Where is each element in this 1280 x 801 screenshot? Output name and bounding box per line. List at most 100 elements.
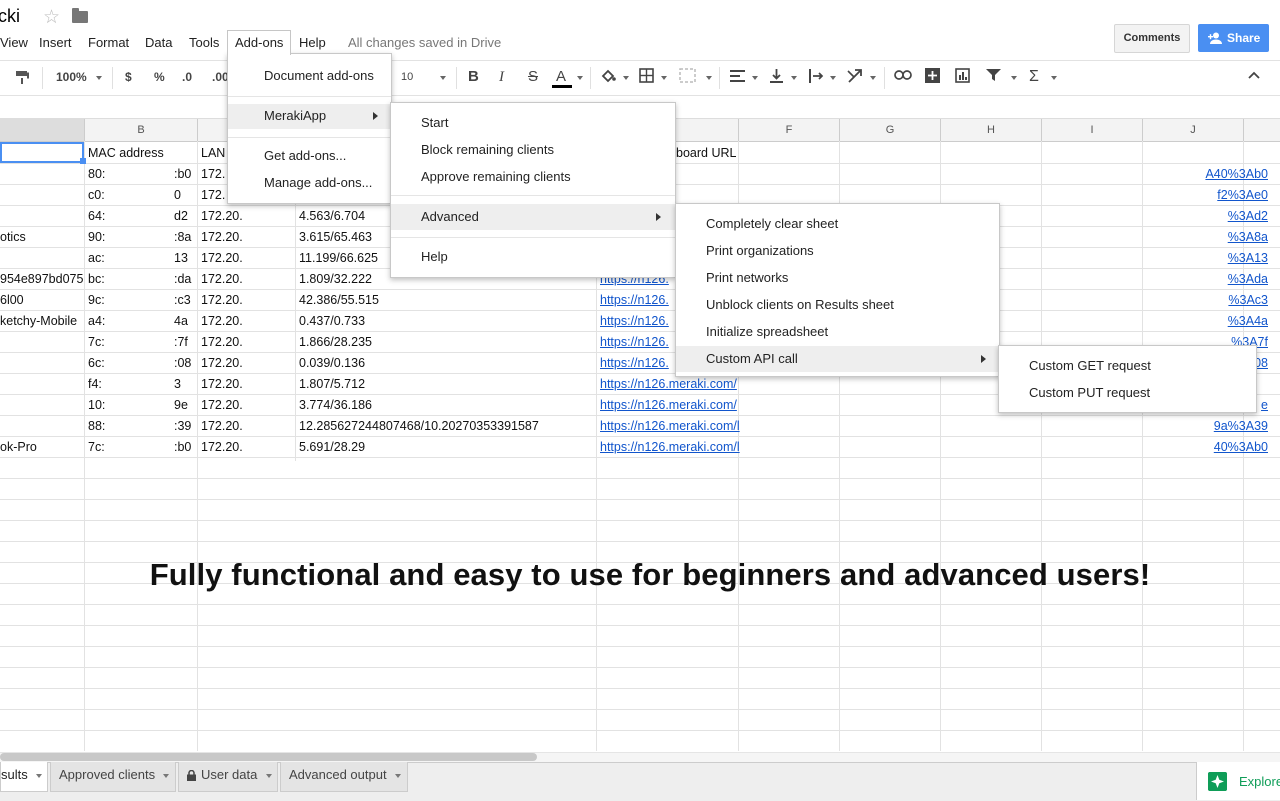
- cell-url-tail[interactable]: %3A4a: [1150, 311, 1268, 331]
- cell-mac-start[interactable]: 9c:: [88, 290, 128, 310]
- scrollbar-thumb[interactable]: [0, 753, 537, 761]
- cell-mac-start[interactable]: c0:: [88, 185, 128, 205]
- collapse-toolbar-icon[interactable]: [1248, 71, 1260, 79]
- cell-mac-start[interactable]: ac:: [88, 248, 128, 268]
- cell-url-tail[interactable]: 9a%3A39: [1150, 416, 1268, 436]
- sheet-tab-user-data[interactable]: User data: [178, 762, 278, 792]
- folder-icon[interactable]: [72, 8, 88, 23]
- vertical-align-icon[interactable]: [769, 68, 784, 84]
- cell-mac-end[interactable]: d2: [174, 206, 196, 226]
- comments-button[interactable]: Comments: [1114, 24, 1190, 53]
- column-header-j[interactable]: J: [1143, 119, 1244, 141]
- italic-button[interactable]: I: [499, 69, 504, 85]
- cell-usage[interactable]: 12.285627244807468/10.20270353391587: [299, 416, 595, 436]
- cell-lan-ip[interactable]: 172.20.: [201, 311, 293, 331]
- cell-usage[interactable]: 5.691/28.29: [299, 437, 595, 457]
- cell-usage[interactable]: 42.386/55.515: [299, 290, 595, 310]
- column-header-f[interactable]: F: [739, 119, 840, 141]
- cell-lan-ip[interactable]: 172.20.: [201, 290, 293, 310]
- menu-item-block-remaining[interactable]: Block remaining clients: [421, 141, 554, 159]
- cell-mac-start[interactable]: 7c:: [88, 332, 128, 352]
- star-icon[interactable]: ☆: [43, 6, 60, 29]
- cell-mac-start[interactable]: 88:: [88, 416, 128, 436]
- cell-mac-start[interactable]: 90:: [88, 227, 128, 247]
- cell-mac-end[interactable]: 3: [174, 374, 196, 394]
- cell-mac-start[interactable]: f4:: [88, 374, 128, 394]
- cell-lan-ip[interactable]: 172.20.: [201, 248, 293, 268]
- insert-comment-icon[interactable]: [925, 68, 940, 83]
- decrease-decimal-button[interactable]: .0: [182, 69, 192, 85]
- cell-lan-ip[interactable]: 172.20.: [201, 374, 293, 394]
- share-button[interactable]: Share: [1198, 24, 1269, 52]
- explore-label[interactable]: Explore: [1239, 774, 1280, 789]
- column-header-k[interactable]: [1244, 119, 1280, 141]
- cell-device-name[interactable]: ok-Pro: [0, 437, 83, 457]
- cell-usage[interactable]: 1.866/28.235: [299, 332, 595, 352]
- cell-mac-end[interactable]: :da: [174, 269, 196, 289]
- cell-usage[interactable]: 1.807/5.712: [299, 374, 595, 394]
- menu-item-custom-get[interactable]: Custom GET request: [1029, 357, 1151, 375]
- menu-item-manage-addons[interactable]: Manage add-ons...: [264, 174, 372, 192]
- menu-item-get-addons[interactable]: Get add-ons...: [264, 147, 346, 165]
- cell-mac-end[interactable]: :c3: [174, 290, 196, 310]
- cell-device-name[interactable]: 954e897bd075: [0, 269, 83, 289]
- cell-url-tail[interactable]: f2%3Ae0: [1150, 185, 1268, 205]
- cell-mac-end[interactable]: 0: [174, 185, 196, 205]
- menu-item-start[interactable]: Start: [421, 114, 448, 132]
- cell-url-tail[interactable]: %3A13: [1150, 248, 1268, 268]
- cell-mac-end[interactable]: :39: [174, 416, 196, 436]
- cell-mac-header[interactable]: MAC address: [88, 143, 164, 163]
- menu-item-approve-remaining[interactable]: Approve remaining clients: [421, 168, 571, 186]
- cell-url-tail[interactable]: A40%3Ab0: [1150, 164, 1268, 184]
- menu-help[interactable]: Help: [295, 34, 330, 52]
- text-rotation-icon[interactable]: [846, 67, 864, 85]
- cell-mac-start[interactable]: 10:: [88, 395, 128, 415]
- merge-cells-icon[interactable]: [679, 68, 696, 83]
- cell-dashboard-url[interactable]: https://n126.meraki.com/: [600, 374, 746, 394]
- strikethrough-button[interactable]: S: [528, 69, 538, 85]
- cell-mac-start[interactable]: 6c:: [88, 353, 128, 373]
- sheet-tab-advanced-output[interactable]: Advanced output: [280, 762, 408, 792]
- cell-url-tail[interactable]: %3Ad2: [1150, 206, 1268, 226]
- cell-device-name[interactable]: 6l00: [0, 290, 83, 310]
- filter-icon[interactable]: [986, 69, 1001, 82]
- menu-item-merakiapp[interactable]: MerakiApp: [264, 107, 326, 125]
- menu-item-print-networks[interactable]: Print networks: [706, 269, 788, 287]
- cell-mac-end[interactable]: :b0: [174, 437, 196, 457]
- cell-dashboard-url[interactable]: https://n126.meraki.com/l: [600, 416, 746, 436]
- menu-item-advanced[interactable]: Advanced: [421, 208, 479, 226]
- menu-item-unblock-clients[interactable]: Unblock clients on Results sheet: [706, 296, 894, 314]
- cell-usage[interactable]: 0.437/0.733: [299, 311, 595, 331]
- column-header-g[interactable]: G: [840, 119, 941, 141]
- menu-item-initialize-spreadsheet[interactable]: Initialize spreadsheet: [706, 323, 828, 341]
- text-color-button[interactable]: A: [556, 69, 566, 85]
- cell-lan-ip[interactable]: 172.20.: [201, 269, 293, 289]
- cell-url-tail[interactable]: %3A8a: [1150, 227, 1268, 247]
- cell-url-tail[interactable]: %3Ada: [1150, 269, 1268, 289]
- menu-item-document-addons[interactable]: Document add-ons: [264, 67, 374, 85]
- menu-item-clear-sheet[interactable]: Completely clear sheet: [706, 215, 838, 233]
- percent-format-button[interactable]: %: [154, 69, 165, 85]
- cell-mac-end[interactable]: 13: [174, 248, 196, 268]
- functions-button[interactable]: Σ: [1029, 69, 1039, 85]
- cell-lan-ip[interactable]: 172.20.: [201, 437, 293, 457]
- cell-mac-end[interactable]: :7f: [174, 332, 196, 352]
- cell-dashboard-url[interactable]: https://n126.meraki.com/: [600, 395, 746, 415]
- cell-mac-start[interactable]: 7c:: [88, 437, 128, 457]
- insert-chart-icon[interactable]: [955, 68, 970, 83]
- column-header-h[interactable]: H: [941, 119, 1042, 141]
- cell-usage[interactable]: 0.039/0.136: [299, 353, 595, 373]
- cell-mac-end[interactable]: :b0: [174, 164, 196, 184]
- cell-mac-start[interactable]: 80:: [88, 164, 128, 184]
- cell-mac-start[interactable]: a4:: [88, 311, 128, 331]
- insert-link-icon[interactable]: [894, 69, 912, 81]
- menu-item-custom-put[interactable]: Custom PUT request: [1029, 384, 1150, 402]
- borders-icon[interactable]: [639, 68, 654, 83]
- cell-url-header[interactable]: board URL: [676, 143, 736, 163]
- menu-view[interactable]: View: [0, 34, 32, 52]
- menu-insert[interactable]: Insert: [35, 34, 76, 52]
- align-left-icon[interactable]: [730, 69, 745, 83]
- cell-lan-ip[interactable]: 172.20.: [201, 416, 293, 436]
- zoom-select[interactable]: 100%: [56, 69, 87, 85]
- column-header-b[interactable]: B: [85, 119, 198, 141]
